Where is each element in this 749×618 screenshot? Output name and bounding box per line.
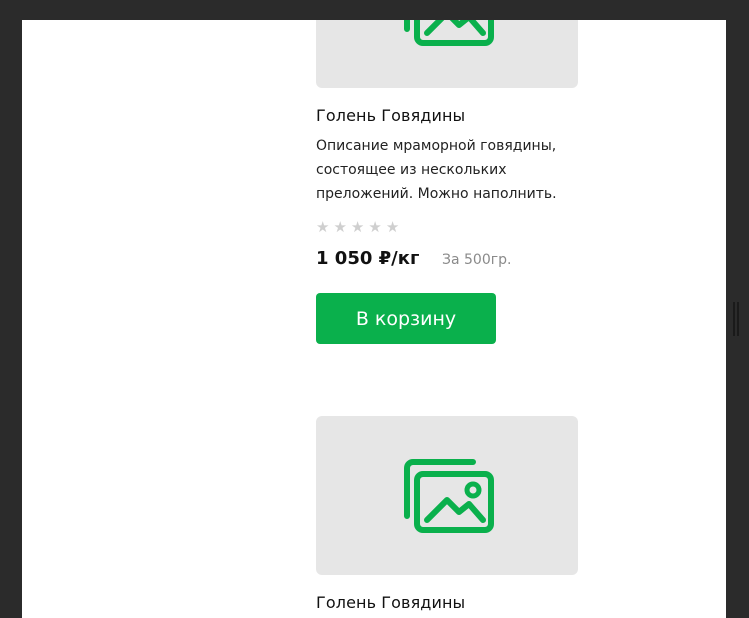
product-image-placeholder[interactable]	[316, 416, 578, 575]
product-description: Описание мраморной говядины, состоящее и…	[316, 138, 557, 202]
product-title[interactable]: Голень Говядины	[316, 593, 465, 612]
price-unit-note: За 500гр.	[442, 252, 512, 268]
product-price: 1 050 ₽/кг	[316, 248, 420, 269]
product-list-viewport: Голень Говядины Описание мраморной говяд…	[22, 20, 726, 618]
star-icon[interactable]: ★	[386, 219, 399, 235]
star-icon[interactable]: ★	[316, 219, 329, 235]
grip-line	[737, 302, 739, 336]
rating-stars[interactable]: ★ ★ ★ ★ ★	[316, 219, 399, 235]
star-icon[interactable]: ★	[351, 219, 364, 235]
product-card: Голень Говядины Описание мраморной говяд…	[316, 20, 578, 344]
product-image-placeholder[interactable]	[316, 20, 578, 88]
grip-line	[733, 302, 735, 336]
product-title[interactable]: Голень Говядины	[316, 106, 465, 125]
product-card: Голень Говядины	[316, 416, 578, 612]
image-gallery-icon	[404, 459, 494, 533]
add-to-cart-button[interactable]: В корзину	[316, 293, 496, 344]
image-gallery-icon	[404, 20, 494, 46]
star-icon[interactable]: ★	[333, 219, 346, 235]
star-icon[interactable]: ★	[368, 219, 381, 235]
scrollbar-grip[interactable]	[733, 302, 739, 336]
